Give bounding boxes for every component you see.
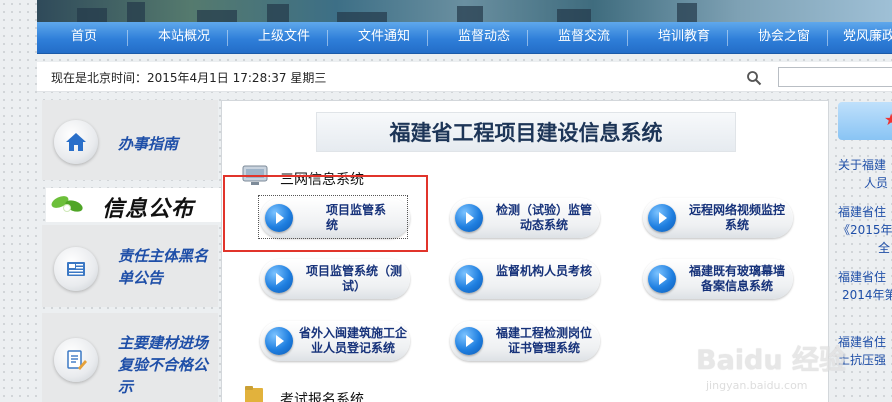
nav-item-superior-docs[interactable]: 上级文件 [258, 22, 310, 54]
button-label: 项目监管系统（测试） [305, 264, 402, 293]
folder-icon [245, 386, 263, 402]
nav-divider [827, 30, 828, 46]
news-link[interactable]: 关于福建 [838, 157, 886, 174]
info-publication-title: 信息公布 [102, 197, 195, 222]
watermark-url: jingyan.baidu.com [706, 379, 808, 392]
arrow-right-icon [455, 204, 483, 232]
search-input[interactable] [778, 67, 892, 87]
baidu-watermark: Baidu 经验 jingyan.baidu.com [682, 338, 892, 402]
sidebar-item-label: 责任主体黑名单公告 [118, 247, 209, 287]
news-link[interactable]: 2014年第 [842, 287, 892, 304]
news-link[interactable]: 《2015年 [838, 222, 892, 239]
sidebar-item-label: 主要建材进场复验不合格公示 [118, 334, 209, 396]
arrow-right-icon [648, 204, 676, 232]
button-label: 检测（试验）监管动态系统 [495, 203, 592, 232]
nav-item-about[interactable]: 本站概况 [158, 22, 210, 54]
main-nav: 首页 本站概况 上级文件 文件通知 监督动态 监督交流 培训教育 协会之窗 党风… [37, 22, 892, 54]
info-publication-header: 信息公布 [46, 188, 222, 222]
news-link[interactable]: 人员 [864, 175, 888, 192]
watermark-logo: Baidu 经验 [696, 345, 847, 376]
nav-item-association[interactable]: 协会之窗 [758, 22, 810, 54]
button-label: 福建工程检测岗位证书管理系统 [495, 326, 592, 355]
nav-divider [327, 30, 328, 46]
arrow-right-icon [648, 265, 676, 293]
arrow-right-icon [455, 327, 483, 355]
remote-video-monitor-button[interactable]: 远程网络视频监控系统 [643, 198, 793, 238]
nav-divider [227, 30, 228, 46]
nav-divider [627, 30, 628, 46]
nav-item-supervision-news[interactable]: 监督动态 [458, 22, 510, 54]
nav-item-integrity[interactable]: 党风廉政 [843, 22, 892, 54]
nav-item-training[interactable]: 培训教育 [658, 22, 710, 54]
arrow-right-icon [455, 265, 483, 293]
nav-divider [427, 30, 428, 46]
project-supervision-test-button[interactable]: 项目监管系统（测试） [260, 259, 410, 299]
document-edit-icon [54, 338, 98, 382]
nav-divider [127, 30, 128, 46]
newspaper-icon [54, 247, 98, 291]
highlight-box [223, 175, 428, 252]
personnel-assessment-button[interactable]: 监督机构人员考核 [450, 259, 600, 299]
header-banner-image [37, 0, 892, 22]
sidebar-item-materials[interactable]: 主要建材进场复验不合格公示 [42, 313, 218, 402]
news-header: ★ [838, 102, 892, 140]
home-icon [54, 120, 98, 164]
out-of-province-registration-button[interactable]: 省外入闽建筑施工企业人员登记系统 [260, 321, 410, 361]
button-label: 福建既有玻璃幕墙备案信息系统 [688, 264, 785, 293]
button-label: 监督机构人员考核 [495, 264, 592, 278]
button-label: 省外入闽建筑施工企业人员登记系统 [298, 326, 407, 355]
news-link[interactable]: 全 [878, 240, 890, 257]
section-title-exam: 考试报名系统 [280, 392, 364, 402]
page-title: 福建省工程项目建设信息系统 [316, 112, 736, 152]
sidebar: 办事指南 信息公布 责任主体黑名单公告 主要建材进场复验不合格公示 [42, 100, 222, 402]
testing-supervision-button[interactable]: 检测（试验）监管动态系统 [450, 198, 600, 238]
news-link[interactable]: 福建省住 [838, 269, 886, 286]
nav-item-home[interactable]: 首页 [71, 22, 97, 54]
current-time: 现在是北京时间：2015年4月1日 17:28:37 星期三 [51, 71, 327, 85]
nav-item-supervision-exchange[interactable]: 监督交流 [558, 22, 610, 54]
arrow-right-icon [265, 327, 293, 355]
search-icon[interactable] [746, 70, 762, 86]
nav-divider [527, 30, 528, 46]
glass-curtain-wall-button[interactable]: 福建既有玻璃幕墙备案信息系统 [643, 259, 793, 299]
sidebar-item-guide[interactable]: 办事指南 [42, 100, 218, 180]
news-link[interactable]: 福建省住 [838, 204, 886, 221]
inspection-certificate-button[interactable]: 福建工程检测岗位证书管理系统 [450, 321, 600, 361]
sidebar-item-label: 办事指南 [118, 135, 179, 153]
leaf-icon [51, 196, 83, 212]
sidebar-item-blacklist[interactable]: 责任主体黑名单公告 [42, 225, 218, 307]
nav-divider [727, 30, 728, 46]
arrow-right-icon [265, 265, 293, 293]
button-label: 远程网络视频监控系统 [688, 203, 785, 232]
info-bar: 现在是北京时间：2015年4月1日 17:28:37 星期三 [37, 62, 892, 92]
nav-item-notices[interactable]: 文件通知 [358, 22, 410, 54]
